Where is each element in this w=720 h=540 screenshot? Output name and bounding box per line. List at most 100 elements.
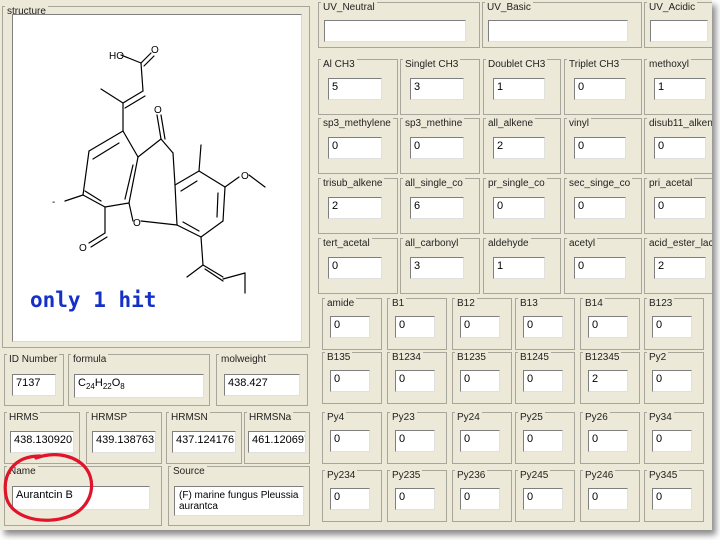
nmr-group-6-label: sp3_methine [403,118,465,129]
b-field-11[interactable]: 0 [652,370,692,392]
nmr-field-11[interactable]: 6 [410,197,464,219]
nmr-field-7[interactable]: 2 [493,137,545,159]
name-group-label: Name [7,466,38,477]
b-group-8-label: B1235 [455,352,488,363]
nmr-field-12[interactable]: 0 [493,197,545,219]
b-group-18-label: Py234 [325,470,358,481]
nmr-field-14[interactable]: 0 [654,197,706,219]
hrmsp-group-label: HRMSP [89,412,130,423]
nmr-group-8-label: vinyl [567,118,592,129]
b-group-20-label: Py236 [455,470,488,481]
nmr-field-9[interactable]: 0 [654,137,706,159]
nmr-field-6[interactable]: 0 [410,137,464,159]
formula-part-formula-sub2: 22 [102,382,112,392]
nmr-field-15[interactable]: 0 [328,257,382,279]
b-group-14-label: Py24 [455,412,482,423]
b-group-4-label: B14 [583,298,605,309]
nmr-field-3[interactable]: 0 [574,78,626,100]
b-group-2-label: B12 [455,298,477,309]
uv-group-1-label: UV_Basic [485,2,533,13]
b-field-6[interactable]: 0 [330,370,370,392]
nmr-field-5[interactable]: 0 [328,137,382,159]
b-group-9-label: B1245 [518,352,551,363]
molweight-group-label: molweight [219,354,269,365]
nmr-field-1[interactable]: 3 [410,78,464,100]
b-group-7-label: B1234 [390,352,423,363]
b-group-10-label: B12345 [583,352,622,363]
b-group-13-label: Py23 [390,412,417,423]
formula-group-label: formula [71,354,109,365]
nmr-field-2[interactable]: 1 [493,78,545,100]
nmr-group-18-label: acetyl [567,238,598,249]
name-field[interactable]: Aurantcin B [12,486,150,510]
b-group-11-label: Py2 [647,352,669,363]
b-field-18[interactable]: 0 [330,488,370,510]
nmr-group-3-label: Triplet CH3 [567,59,622,70]
b-field-9[interactable]: 0 [523,370,563,392]
uv-field-1[interactable] [488,20,628,42]
formula-part-formula-c: C [78,377,86,389]
nmr-field-19[interactable]: 2 [654,257,706,279]
b-field-8[interactable]: 0 [460,370,500,392]
b-group-1-label: B1 [390,298,407,309]
b-field-21[interactable]: 0 [523,488,563,510]
nmr-group-12-label: pr_single_co [486,178,547,189]
b-field-22[interactable]: 0 [588,488,628,510]
data-entry-window: structure HO O O O O O - only 1 hit ID N… [0,0,712,530]
b-field-1[interactable]: 0 [395,316,435,338]
uv-group-0-label: UV_Neutral [321,2,377,13]
b-field-16[interactable]: 0 [588,430,628,452]
nmr-group-19-label: acid_ester_lact [647,238,712,249]
b-field-17[interactable]: 0 [652,430,692,452]
nmr-group-14-label: pri_acetal [647,178,695,189]
b-group-15-label: Py25 [518,412,545,423]
nmr-group-4-label: methoxyl [647,59,692,70]
b-field-15[interactable]: 0 [523,430,563,452]
hrmsp-field[interactable]: 439.138763 [92,431,156,453]
b-field-7[interactable]: 0 [395,370,435,392]
nmr-field-0[interactable]: 5 [328,78,382,100]
nmr-group-7-label: all_alkene [486,118,536,129]
source-field[interactable]: (F) marine fungus Pleussia aurantca [174,486,304,516]
b-field-10[interactable]: 2 [588,370,628,392]
uv-group-2-label: UV_Acidic [647,2,698,13]
b-field-14[interactable]: 0 [460,430,500,452]
hrmsn-field[interactable]: 437.124176 [172,431,236,453]
nmr-field-4[interactable]: 1 [654,78,706,100]
b-field-2[interactable]: 0 [460,316,500,338]
b-field-5[interactable]: 0 [652,316,692,338]
uv-field-0[interactable] [324,20,466,42]
nmr-group-9-label: disub11_alkene [647,118,712,129]
b-field-0[interactable]: 0 [330,316,370,338]
nmr-field-18[interactable]: 0 [574,257,626,279]
b-field-12[interactable]: 0 [330,430,370,452]
aldehyde-o-label: O [79,243,87,254]
formula-field[interactable]: C24H22O8 [74,374,204,398]
b-field-23[interactable]: 0 [652,488,692,510]
b-group-5-label: B123 [647,298,675,309]
hrmsna-group-label: HRMSNa [247,412,294,423]
uv-field-2[interactable] [650,20,708,42]
b-field-3[interactable]: 0 [523,316,563,338]
nmr-field-10[interactable]: 2 [328,197,382,219]
hit-count-note: only 1 hit [30,288,157,312]
b-field-19[interactable]: 0 [395,488,435,510]
nmr-group-1-label: Singlet CH3 [403,59,461,70]
hrmsn-group-label: HRMSN [169,412,210,423]
b-field-4[interactable]: 0 [588,316,628,338]
nmr-field-16[interactable]: 3 [410,257,464,279]
b-group-19-label: Py235 [390,470,423,481]
nmr-field-13[interactable]: 0 [574,197,626,219]
id-number-field[interactable]: 7137 [12,374,56,396]
hrmsna-field[interactable]: 461.120697 [248,431,306,453]
molweight-field[interactable]: 438.427 [224,374,300,396]
formula-part-formula-sub3: 8 [120,382,125,392]
b-field-13[interactable]: 0 [395,430,435,452]
nmr-field-17[interactable]: 1 [493,257,545,279]
hrms-field[interactable]: 438.130920 [10,431,74,453]
nmr-field-8[interactable]: 0 [574,137,626,159]
nmr-group-2-label: Doublet CH3 [486,59,548,70]
formula-part-formula-o: O [111,377,121,389]
b-field-20[interactable]: 0 [460,488,500,510]
id-number-group-label: ID Number [7,354,60,365]
